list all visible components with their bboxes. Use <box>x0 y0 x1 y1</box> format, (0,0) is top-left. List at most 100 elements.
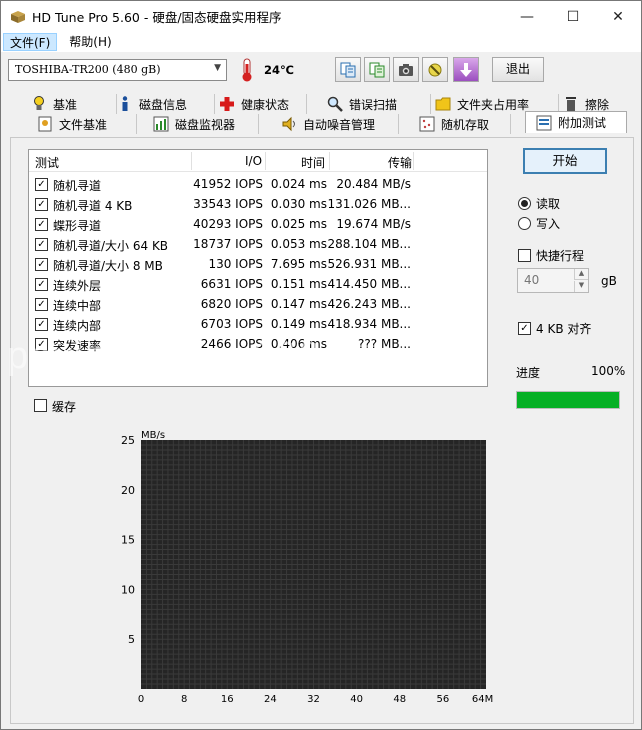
tab-benchmark[interactable]: 基准 <box>31 94 117 114</box>
test-checkbox[interactable]: ✓ <box>35 258 48 271</box>
tab-aam[interactable]: 自动噪音管理 <box>281 114 399 134</box>
check-icon: ✓ <box>37 278 46 290</box>
results-row[interactable]: ✓ 随机寻道/大小 64 KB 18737 IOPS 0.053 ms 288.104 … <box>29 234 487 254</box>
check-icon: ✓ <box>37 178 46 190</box>
info-icon <box>117 96 133 112</box>
tab-disk-info[interactable]: 磁盘信息 <box>117 94 215 114</box>
results-row[interactable]: ✓ 连续外层 6631 IOPS 0.151 ms 414.450 MB... <box>29 274 487 294</box>
save-download-button[interactable] <box>453 57 479 82</box>
test-rate: 414.450 MB... <box>327 277 411 291</box>
tab-health[interactable]: 健康状态 <box>219 94 307 114</box>
cache-checkbox[interactable] <box>34 399 47 412</box>
speaker-icon <box>281 116 297 132</box>
toolbar: TOSHIBA-TR200 (480 gB) ▼ 24℃ 退出 <box>1 52 641 89</box>
test-name: 随机寻道/大小 8 MB <box>53 259 163 273</box>
check-icon: ✓ <box>37 258 46 270</box>
read-radio[interactable] <box>518 197 531 210</box>
results-row[interactable]: ✓ 连续中部 6820 IOPS 0.147 ms 426.243 MB... <box>29 294 487 314</box>
test-checkbox[interactable]: ✓ <box>35 318 48 331</box>
header-test: 测试 <box>35 156 60 170</box>
tab-error-scan[interactable]: 错误扫描 <box>327 94 431 114</box>
copy-all-button[interactable] <box>364 57 390 82</box>
write-radio[interactable] <box>518 217 531 230</box>
close-button[interactable]: ✕ <box>595 1 641 32</box>
test-checkbox[interactable]: ✓ <box>35 198 48 211</box>
temperature-value: 24℃ <box>264 63 294 77</box>
test-checkbox[interactable]: ✓ <box>35 278 48 291</box>
results-row[interactable]: ✓ 随机寻道 4 KB 33543 IOPS 0.030 ms 131.026 MB..… <box>29 194 487 214</box>
arrow-down-icon <box>460 62 472 77</box>
start-button[interactable]: 开始 <box>523 148 607 174</box>
test-time: 0.053 ms <box>270 237 327 251</box>
results-row[interactable]: ✓ 连续内部 6703 IOPS 0.149 ms 418.934 MB... <box>29 314 487 334</box>
tab-file-benchmark[interactable]: 文件基准 <box>37 114 137 134</box>
results-row[interactable]: ✓ 蝶形寻道 40293 IOPS 0.025 ms 19.674 MB/s <box>29 214 487 234</box>
results-row[interactable]: ✓ 随机寻道 41952 IOPS 0.024 ms 20.484 MB/s <box>29 174 487 194</box>
write-label: 写入 <box>536 217 561 231</box>
align-4kb-checkbox[interactable]: ✓ <box>518 322 531 335</box>
stroke-unit: gB <box>601 274 617 288</box>
menu-help[interactable]: 帮助(H) <box>63 33 117 51</box>
chart-svg: 25 20 15 10 5 MB/s 0 8 16 24 32 40 48 56 64MB <box>121 430 500 705</box>
y-tick-label: 15 <box>121 534 135 547</box>
short-stroke-checkbox[interactable] <box>518 249 531 262</box>
drive-selector[interactable]: TOSHIBA-TR200 (480 gB) ▼ <box>8 59 227 81</box>
results-row[interactable]: ✓ 突发速率 2466 IOPS 0.406 ms ??? MB... <box>29 334 487 354</box>
trash-icon <box>563 96 579 112</box>
screenshot-button[interactable] <box>393 57 419 82</box>
test-time: 0.025 ms <box>270 217 327 231</box>
tab-disk-monitor[interactable]: 磁盘监视器 <box>153 114 259 134</box>
magnifier-icon <box>327 96 343 112</box>
test-time: 0.147 ms <box>270 297 327 311</box>
check-icon: ✓ <box>37 318 46 330</box>
document-icon <box>37 116 53 132</box>
menu-file[interactable]: 文件(F) <box>3 33 58 51</box>
check-icon: ✓ <box>37 218 46 230</box>
test-io: 33543 IOPS <box>193 197 263 211</box>
test-checkbox[interactable]: ✓ <box>35 178 48 191</box>
check-icon: ✓ <box>37 238 46 250</box>
results-row[interactable]: ✓ 随机寻道/大小 8 MB 130 IOPS 7.695 ms 526.931 MB.… <box>29 254 487 274</box>
maximize-button[interactable]: ☐ <box>550 1 596 32</box>
short-stroke-label: 快捷行程 <box>536 249 585 263</box>
test-checkbox[interactable]: ✓ <box>35 298 48 311</box>
test-io: 18737 IOPS <box>193 237 263 251</box>
x-tick-label: 24 <box>264 694 277 705</box>
y-tick-label: 20 <box>121 484 135 497</box>
lightbulb-icon <box>31 96 47 112</box>
copy-text-button[interactable] <box>335 57 361 82</box>
exit-button[interactable]: 退出 <box>492 57 544 82</box>
y-tick-label: 25 <box>121 434 135 447</box>
y-axis-unit: MB/s <box>141 430 165 441</box>
read-label: 读取 <box>536 197 561 211</box>
bar-chart-icon <box>153 116 169 132</box>
red-cross-icon <box>219 96 235 112</box>
test-checkbox[interactable]: ✓ <box>35 218 48 231</box>
test-io: 6631 IOPS <box>200 277 263 291</box>
test-time: 0.030 ms <box>270 197 327 211</box>
options-button[interactable] <box>422 57 448 82</box>
test-checkbox[interactable]: ✓ <box>35 338 48 351</box>
test-io: 2466 IOPS <box>200 337 263 351</box>
menu-bar: 文件(F) 帮助(H) <box>1 32 641 52</box>
app-window: HD Tune Pro 5.60 - 硬盘/固态硬盘实用程序 — ☐ ✕ 文件(… <box>0 0 642 730</box>
spin-down-icon[interactable]: ▼ <box>574 281 588 292</box>
tab-random-access[interactable]: 随机存取 <box>419 114 511 134</box>
test-name: 随机寻道 <box>53 179 102 193</box>
minimize-button[interactable]: — <box>504 1 550 32</box>
test-time: 0.024 ms <box>270 177 327 191</box>
x-tick-label: 40 <box>350 694 363 705</box>
stroke-size-stepper[interactable]: 40 ▲ ▼ <box>517 268 589 293</box>
test-rate: ??? MB... <box>358 337 411 351</box>
test-rate: 19.674 MB/s <box>336 217 411 231</box>
test-io: 40293 IOPS <box>193 217 263 231</box>
tab-extra-tests[interactable]: 附加测试 <box>525 111 627 133</box>
test-rate: 131.026 MB... <box>327 197 411 211</box>
test-checkbox[interactable]: ✓ <box>35 238 48 251</box>
test-rate: 426.243 MB... <box>327 297 411 311</box>
camera-icon <box>399 63 413 76</box>
spin-up-icon[interactable]: ▲ <box>574 269 588 280</box>
test-time: 7.695 ms <box>270 257 327 271</box>
y-tick-label: 5 <box>128 633 135 646</box>
test-io: 41952 IOPS <box>193 177 263 191</box>
